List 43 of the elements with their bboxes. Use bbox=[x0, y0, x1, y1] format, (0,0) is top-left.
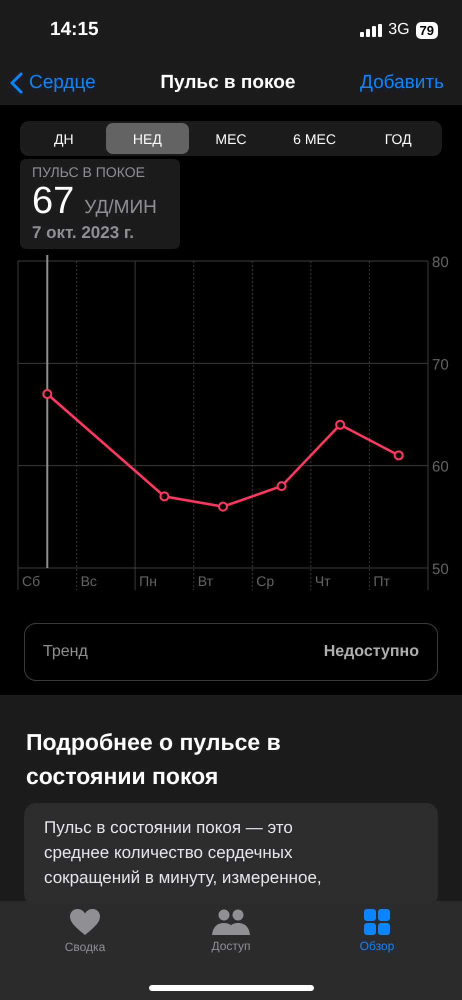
data-point bbox=[394, 450, 404, 460]
add-button[interactable]: Добавить bbox=[360, 72, 444, 94]
trend-value: Недоступно bbox=[324, 643, 419, 661]
axis-tick-label: 80 bbox=[432, 255, 449, 271]
tab-bar-item[interactable]: Обзор bbox=[332, 909, 422, 1000]
axis-day-label: Вс bbox=[80, 573, 97, 589]
period-tab[interactable]: МЕС bbox=[189, 123, 273, 154]
tab-bar-item[interactable]: Сводка bbox=[40, 909, 130, 1000]
axis-day-label: Пт bbox=[373, 573, 390, 589]
tab-bar-item[interactable]: Доступ bbox=[186, 909, 276, 1000]
data-point bbox=[276, 481, 287, 492]
period-tab[interactable]: ГОД bbox=[356, 123, 440, 154]
grid-icon bbox=[364, 909, 390, 935]
people-icon bbox=[212, 909, 250, 935]
period-tab[interactable]: 6 МЕС bbox=[272, 123, 356, 154]
axis-day-label: Пн bbox=[139, 573, 157, 589]
status-time: 14:15 bbox=[50, 19, 99, 41]
heart-icon bbox=[70, 909, 100, 936]
callout-date: 7 окт. 2023 г. bbox=[32, 223, 135, 243]
chevron-icon bbox=[10, 72, 23, 94]
axis-day-label: Ср bbox=[256, 573, 274, 589]
page-title: Пульс в покое bbox=[160, 72, 296, 94]
signal-icon bbox=[360, 24, 382, 36]
data-point bbox=[42, 389, 52, 400]
axis-day-label: Сб bbox=[22, 573, 40, 589]
section-heading: Подробнее о пульсе в состоянии покоя bbox=[26, 728, 282, 791]
axis-tick-label: 70 bbox=[432, 356, 449, 374]
period-tab[interactable]: НЕД bbox=[106, 123, 190, 154]
battery-level: 79 bbox=[416, 22, 438, 38]
axis-day-label: Чт bbox=[314, 573, 331, 589]
data-point bbox=[218, 502, 228, 512]
network-label: 3G bbox=[388, 21, 410, 39]
axis-tick-label: 50 bbox=[432, 561, 449, 578]
callout-label: ПУЛЬС В ПОКОЕ bbox=[32, 164, 146, 180]
axis-tick-label: 60 bbox=[432, 458, 449, 476]
callout-unit: УД/МИН bbox=[84, 197, 157, 219]
trend-label: Тренд bbox=[43, 643, 88, 661]
back-button[interactable]: Сердце bbox=[10, 72, 96, 94]
axis-day-label: Вт bbox=[198, 573, 213, 589]
data-point bbox=[159, 491, 170, 502]
callout-value: 67 bbox=[32, 180, 74, 223]
period-tab[interactable]: ДН bbox=[22, 123, 106, 154]
data-point bbox=[335, 420, 346, 430]
